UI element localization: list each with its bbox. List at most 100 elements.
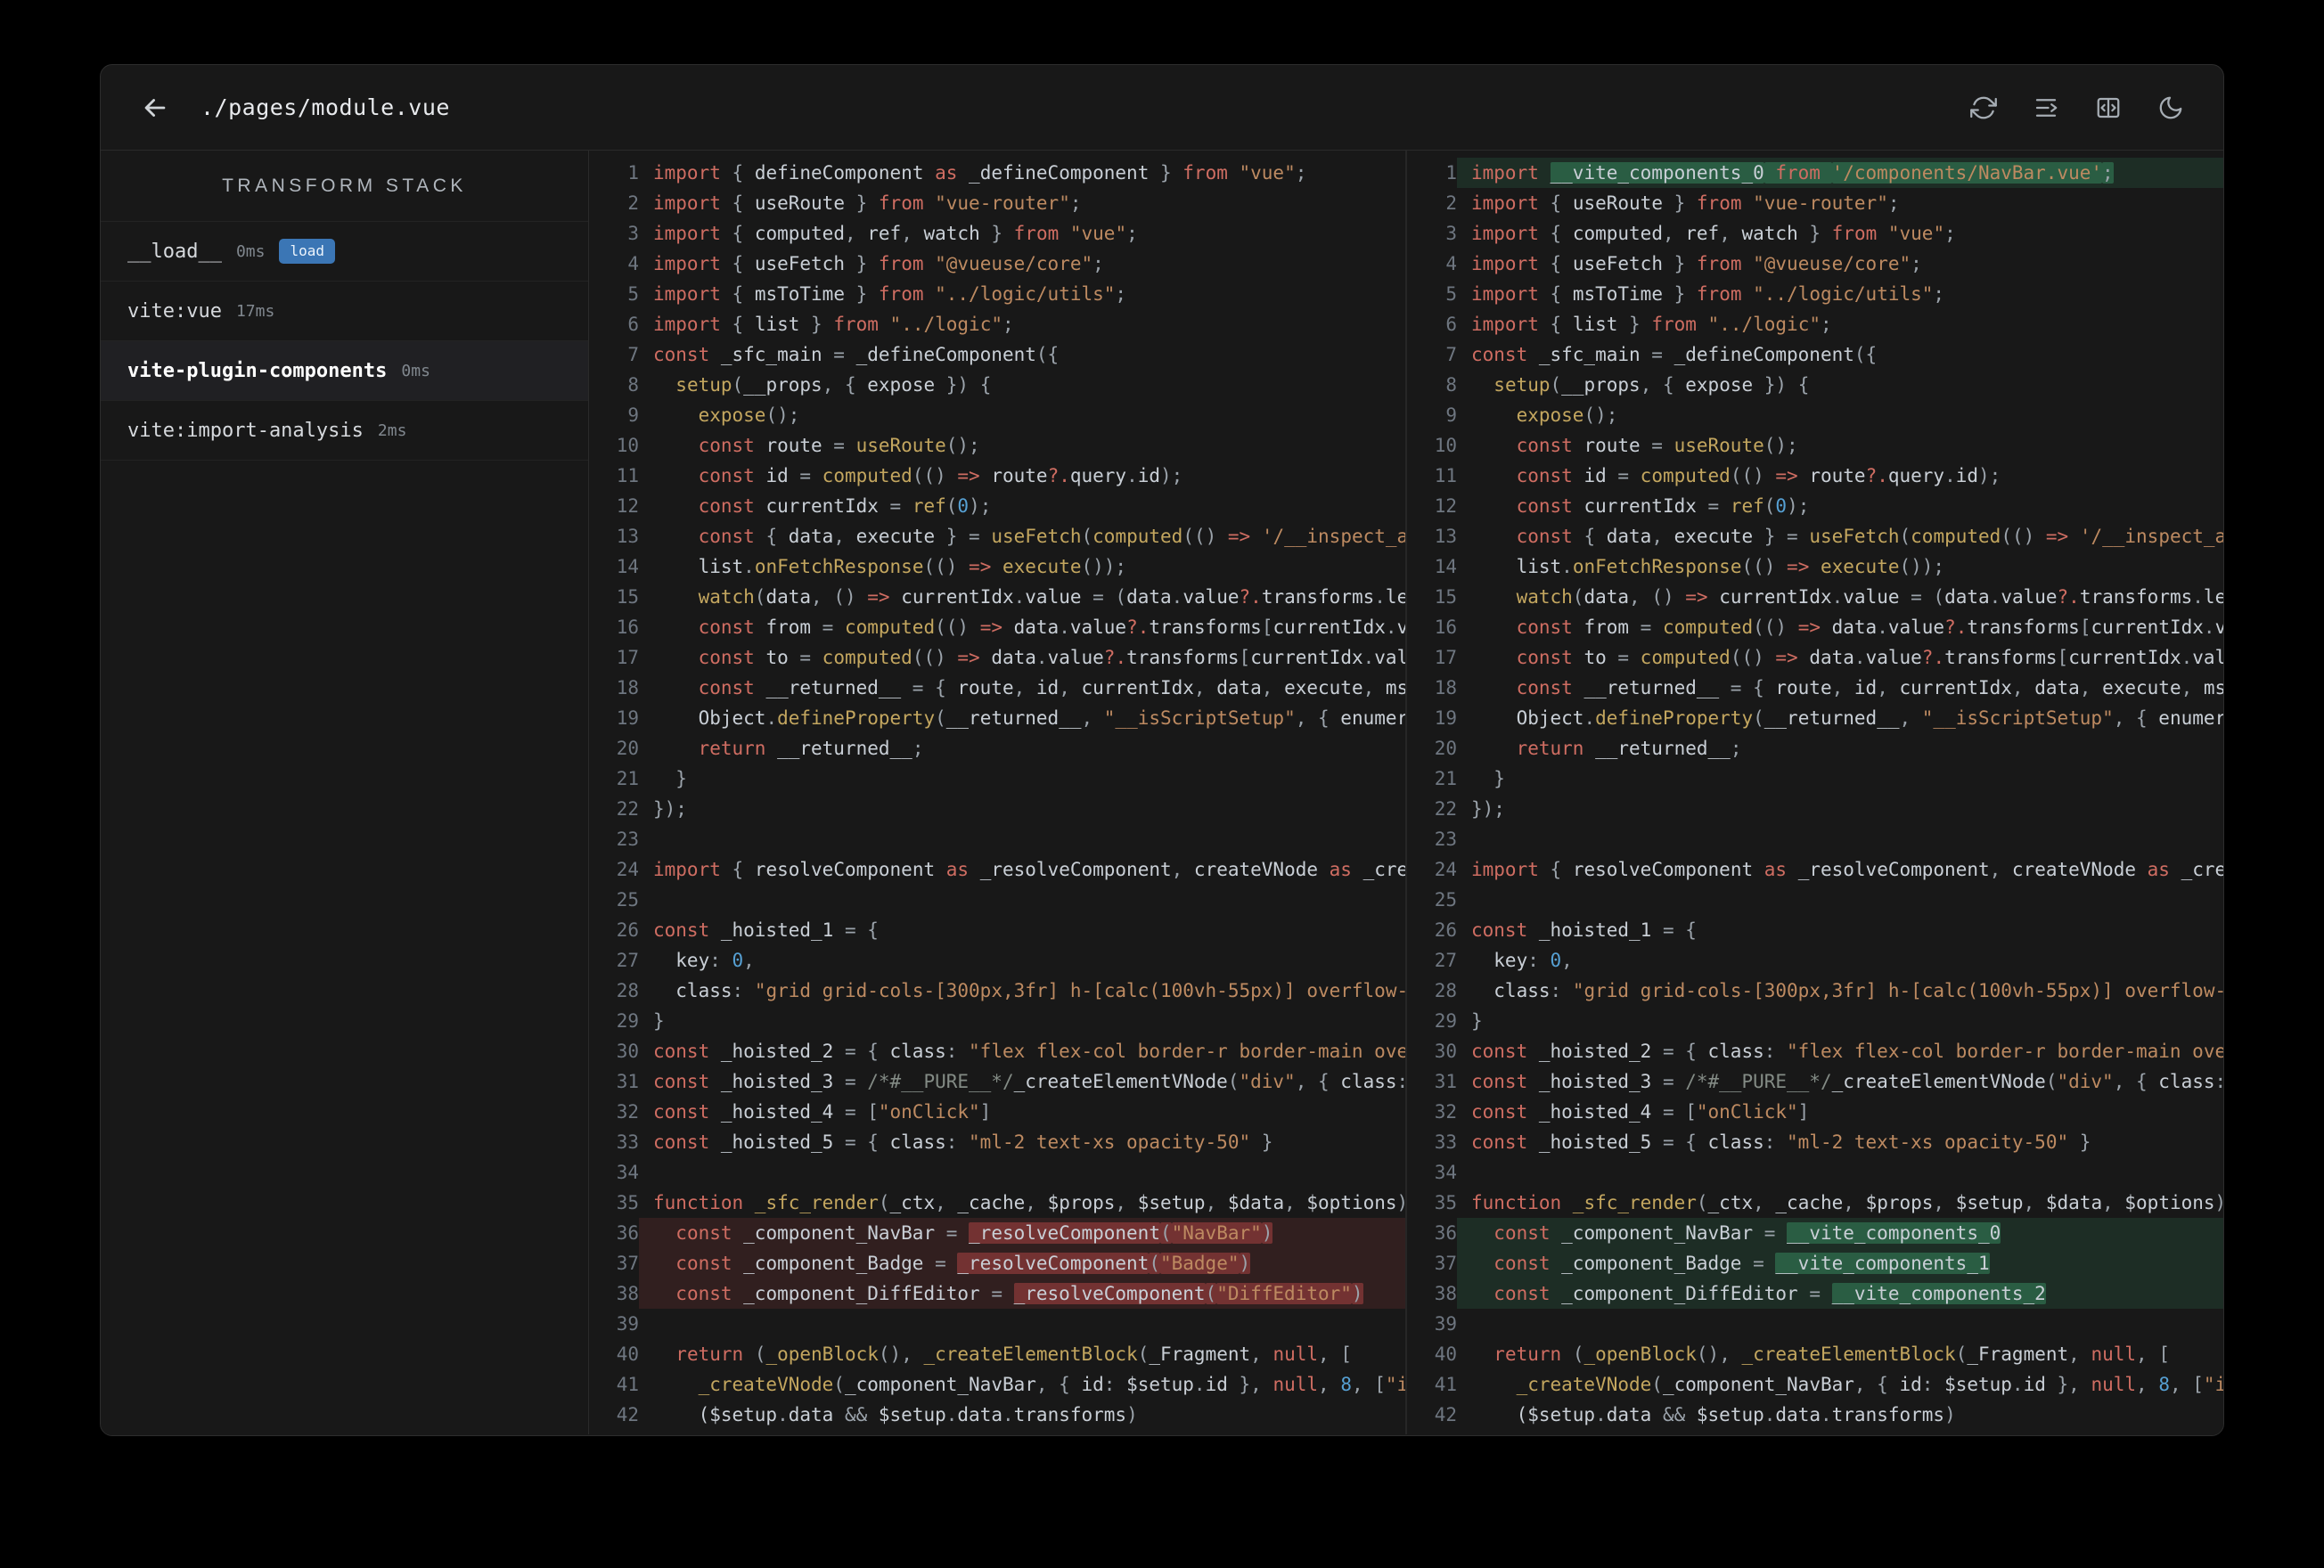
code-line: 23 bbox=[1407, 824, 2223, 854]
line-number: 3 bbox=[1445, 223, 1457, 244]
plugin-time: 17ms bbox=[235, 301, 275, 321]
split-view-button[interactable] bbox=[2095, 94, 2122, 121]
line-number: 22 bbox=[1434, 798, 1457, 820]
line-number: 3 bbox=[627, 223, 639, 244]
code-line: 13 const { data, execute } = useFetch(co… bbox=[1407, 521, 2223, 551]
line-number: 22 bbox=[616, 798, 639, 820]
code-line: 20 return __returned__; bbox=[589, 733, 1405, 764]
code-line: 40 return (_openBlock(), _createElementB… bbox=[1407, 1339, 2223, 1369]
code-text: import { useFetch } from "@vueuse/core"; bbox=[1471, 253, 1922, 274]
back-button[interactable] bbox=[140, 93, 170, 123]
inline-diff-button[interactable] bbox=[2033, 94, 2059, 121]
code-text: return (_openBlock(), _createElementBloc… bbox=[675, 1343, 1352, 1365]
split-view-icon bbox=[2097, 97, 2120, 118]
code-line: 7 const _sfc_main = _defineComponent({ bbox=[1407, 339, 2223, 370]
line-number: 16 bbox=[616, 617, 639, 638]
code-line: 33 const _hoisted_5 = { class: "ml-2 text… bbox=[589, 1127, 1405, 1157]
code-line: 29} bbox=[589, 1006, 1405, 1036]
line-number: 2 bbox=[1445, 192, 1457, 214]
dark-mode-button[interactable] bbox=[2157, 94, 2184, 121]
code-line: 22}); bbox=[589, 794, 1405, 824]
back-arrow-icon bbox=[144, 98, 166, 117]
main-area: TRANSFORM STACK __load__ 0ms load vite:v… bbox=[101, 151, 2223, 1434]
code-line: 15 watch(data, () => currentIdx.value = … bbox=[1407, 582, 2223, 612]
code-text: import { useFetch } from "@vueuse/core"; bbox=[653, 253, 1104, 274]
code-text: }); bbox=[653, 798, 687, 820]
code-line: 30 const _hoisted_2 = { class: "flex flex… bbox=[589, 1036, 1405, 1066]
sidebar-item-vite-vue[interactable]: vite:vue 17ms bbox=[101, 282, 588, 341]
code-text: } bbox=[653, 768, 687, 789]
line-number: 30 bbox=[616, 1041, 639, 1062]
code-line: 10 const route = useRoute(); bbox=[589, 430, 1405, 461]
line-number: 9 bbox=[1445, 404, 1457, 426]
code-text: }); bbox=[1471, 798, 1505, 820]
line-number: 34 bbox=[616, 1162, 639, 1183]
line-number: 21 bbox=[1434, 768, 1457, 789]
code-text: key: 0, bbox=[653, 950, 755, 971]
code-line: 34 bbox=[589, 1157, 1405, 1188]
sidebar-item-load[interactable]: __load__ 0ms load bbox=[101, 222, 588, 282]
line-number: 30 bbox=[1434, 1041, 1457, 1062]
code-line: 9 expose(); bbox=[589, 400, 1405, 430]
code-line: 24 import { resolveComponent as _resolveC… bbox=[589, 854, 1405, 885]
code-line: 41 _createVNode(_component_NavBar, { id:… bbox=[1407, 1369, 2223, 1400]
line-number: 39 bbox=[1434, 1313, 1457, 1335]
line-number: 40 bbox=[1434, 1343, 1457, 1365]
code-text: import { useRoute } from "vue-router"; bbox=[653, 192, 1082, 214]
line-number: 20 bbox=[1434, 738, 1457, 759]
code-line: 14 list.onFetchResponse(() => execute())… bbox=[589, 551, 1405, 582]
code-text: } bbox=[1471, 1010, 1483, 1032]
code-text: } bbox=[1471, 768, 1505, 789]
code-text: } bbox=[653, 1010, 665, 1032]
code-line: 18 const __returned__ = { route, id, cur… bbox=[1407, 673, 2223, 703]
line-number: 25 bbox=[616, 889, 639, 911]
code-line: 35 function _sfc_render(_ctx, _cache, $pr… bbox=[589, 1188, 1405, 1218]
code-text: const _component_DiffEditor = __vite_com… bbox=[1457, 1278, 2223, 1309]
code-text: import { computed, ref, watch } from "vu… bbox=[653, 223, 1138, 244]
line-number: 24 bbox=[616, 859, 639, 880]
code-line: 6 import { list } from "../logic"; bbox=[1407, 309, 2223, 339]
code-line: 31 const _hoisted_3 = /*#__PURE__*/_creat… bbox=[1407, 1066, 2223, 1097]
code-text: ($setup.data && $setup.data.transforms) bbox=[653, 1404, 1138, 1425]
code-text: import { msToTime } from "../logic/utils… bbox=[653, 283, 1127, 305]
sidebar-item-vite-plugin-components[interactable]: vite-plugin-components 0ms bbox=[101, 341, 588, 401]
line-number: 38 bbox=[1434, 1283, 1457, 1304]
plugin-time: 0ms bbox=[401, 361, 430, 380]
code-line: 13 const { data, execute } = useFetch(co… bbox=[589, 521, 1405, 551]
line-number: 35 bbox=[1434, 1192, 1457, 1213]
inline-diff-icon bbox=[2035, 98, 2058, 117]
code-text: const __returned__ = { route, id, curren… bbox=[698, 677, 1405, 698]
code-line: 19 Object.defineProperty(__returned__, "… bbox=[589, 703, 1405, 733]
line-number: 27 bbox=[616, 950, 639, 971]
code-text: const _hoisted_3 = /*#__PURE__*/_createE… bbox=[1471, 1071, 2223, 1092]
line-number: 26 bbox=[616, 919, 639, 941]
line-number: 11 bbox=[616, 465, 639, 486]
code-text: const _hoisted_4 = ["onClick"] bbox=[1471, 1101, 1810, 1123]
code-text: const __returned__ = { route, id, curren… bbox=[1516, 677, 2223, 698]
code-text: return __returned__; bbox=[1516, 738, 1742, 759]
line-number: 38 bbox=[616, 1283, 639, 1304]
code-line: 37 const _component_Badge = __vite_compo… bbox=[1407, 1248, 2223, 1278]
line-number: 13 bbox=[616, 526, 639, 547]
code-line: 17 const to = computed(() => data.value?… bbox=[589, 642, 1405, 673]
line-number: 18 bbox=[1434, 677, 1457, 698]
line-number: 19 bbox=[616, 707, 639, 729]
diff-left-pane[interactable]: 1 import { defineComponent as _defineComp… bbox=[589, 151, 1405, 1434]
code-line: 38 const _component_DiffEditor = _resolv… bbox=[589, 1278, 1405, 1309]
code-line: 15 watch(data, () => currentIdx.value = … bbox=[589, 582, 1405, 612]
diff-right-pane[interactable]: 1 import __vite_components_0 from '/compo… bbox=[1405, 151, 2223, 1434]
refresh-button[interactable] bbox=[1970, 94, 1997, 121]
code-line: 35 function _sfc_render(_ctx, _cache, $pr… bbox=[1407, 1188, 2223, 1218]
sidebar-item-vite-import-analysis[interactable]: vite:import-analysis 2ms bbox=[101, 401, 588, 461]
code-line: 30 const _hoisted_2 = { class: "flex flex… bbox=[1407, 1036, 2223, 1066]
line-number: 17 bbox=[1434, 647, 1457, 668]
line-number: 12 bbox=[616, 495, 639, 517]
code-text: expose(); bbox=[698, 404, 800, 426]
code-text: import { resolveComponent as _resolveCom… bbox=[653, 859, 1405, 880]
code-line: 18 const __returned__ = { route, id, cur… bbox=[589, 673, 1405, 703]
code-line: 17 const to = computed(() => data.value?… bbox=[1407, 642, 2223, 673]
line-number: 10 bbox=[1434, 435, 1457, 456]
